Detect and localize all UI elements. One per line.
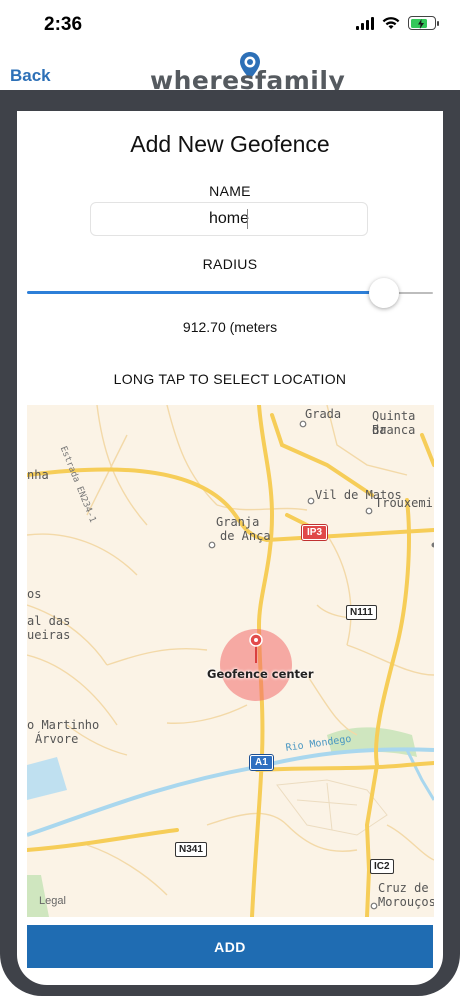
radius-label: RADIUS	[202, 256, 258, 272]
status-icons	[356, 16, 439, 30]
road-shield-n111: N111	[346, 605, 377, 620]
geofence-pin-icon[interactable]	[249, 633, 263, 663]
radius-slider[interactable]	[27, 278, 433, 308]
road-shield-ip3: IP3	[302, 525, 328, 540]
map-label-ueiras: ueiras	[27, 628, 71, 642]
radius-value: 912.70 (meters	[182, 319, 278, 335]
road-shield-a1: A1	[250, 755, 273, 770]
name-input[interactable]	[90, 202, 368, 236]
map-label-branca: Branca	[372, 423, 416, 437]
geofence-form-card: Add New Geofence NAME RADIUS 912.70 (met…	[17, 111, 443, 985]
add-button[interactable]: ADD	[27, 925, 433, 968]
status-time: 2:36	[44, 14, 83, 35]
map-legal-link[interactable]: Legal	[39, 895, 66, 907]
map-label-cruz-de: Cruz de	[378, 881, 429, 895]
map-label-granja: Granja	[216, 515, 260, 529]
map-label-al-das: al das	[27, 614, 71, 628]
page-title: Add New Geofence	[130, 131, 330, 157]
name-label: NAME	[209, 183, 251, 199]
geofence-center-label: Geofence center	[207, 667, 314, 681]
map-view[interactable]: Grada Quinta da Branca Estrada EN234-1 n…	[27, 405, 434, 917]
map-instruction: LONG TAP TO SELECT LOCATION	[113, 371, 347, 387]
road-shield-n341: N341	[175, 842, 207, 857]
text-caret	[247, 209, 248, 229]
status-bar: 2:36	[0, 0, 460, 48]
map-label-os: os	[27, 587, 42, 601]
battery-icon	[408, 16, 439, 30]
back-button[interactable]: Back	[10, 66, 51, 86]
road-shield-ic2: IC2	[370, 859, 394, 874]
cellular-signal-icon	[356, 16, 374, 30]
map-label-nha: nha	[27, 468, 49, 482]
wifi-icon	[382, 17, 400, 29]
slider-track-filled	[27, 291, 384, 294]
map-label-de-anca: de Ança	[220, 529, 271, 543]
navigation-bar: Back wheresfamily	[0, 48, 460, 95]
slider-thumb[interactable]	[369, 278, 399, 308]
map-label-morouços: Morouços	[378, 895, 434, 909]
map-label-arvore: Árvore	[35, 732, 79, 746]
map-label-martinho: o Martinho	[27, 718, 100, 732]
map-label-trouxemi: Trouxemi	[375, 496, 433, 510]
map-label-grada: Grada	[305, 407, 342, 421]
